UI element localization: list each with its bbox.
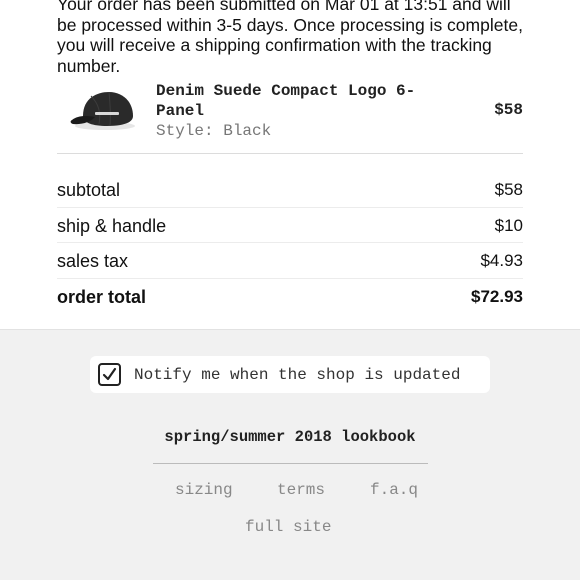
order-confirmation-card: Your order has been submitted on Mar 01 …: [0, 0, 580, 330]
product-name[interactable]: Denim Suede Compact Logo 6-Panel: [156, 81, 446, 121]
product-price: $58: [494, 101, 523, 119]
product-style: Style: Black: [156, 122, 272, 140]
summary-row-shipping: ship & handle $10: [57, 208, 523, 243]
summary-value: $10: [494, 215, 523, 235]
summary-value: $4.93: [480, 251, 523, 270]
summary-row-total: order total $72.93: [57, 279, 523, 315]
summary-label: subtotal: [57, 180, 121, 200]
summary-label: sales tax: [57, 251, 129, 271]
footer-link-full-site[interactable]: full site: [245, 518, 331, 536]
footer-link-terms[interactable]: terms: [277, 481, 325, 499]
product-row: Denim Suede Compact Logo 6-Panel Style: …: [57, 78, 523, 154]
notify-checkbox[interactable]: [98, 363, 121, 386]
order-message: Your order has been submitted on Mar 01 …: [57, 0, 523, 76]
summary-label: order total: [57, 286, 147, 307]
footer-link-faq[interactable]: f.a.q: [370, 481, 418, 499]
notify-toggle[interactable]: Notify me when the shop is updated: [90, 356, 490, 393]
summary-row-tax: sales tax $4.93: [57, 243, 523, 279]
summary-value: $72.93: [471, 286, 523, 306]
order-summary: subtotal $58 ship & handle $10 sales tax…: [57, 172, 523, 314]
notify-label: Notify me when the shop is updated: [134, 366, 461, 384]
lookbook-link[interactable]: spring/summer 2018 lookbook: [0, 428, 580, 446]
checkmark-icon: [102, 367, 117, 381]
summary-value: $58: [494, 180, 523, 199]
black-cap-icon: [69, 86, 139, 134]
summary-row-subtotal: subtotal $58: [57, 172, 523, 208]
footer-link-sizing[interactable]: sizing: [175, 481, 233, 499]
footer-divider: [153, 463, 428, 464]
summary-label: ship & handle: [57, 215, 167, 236]
